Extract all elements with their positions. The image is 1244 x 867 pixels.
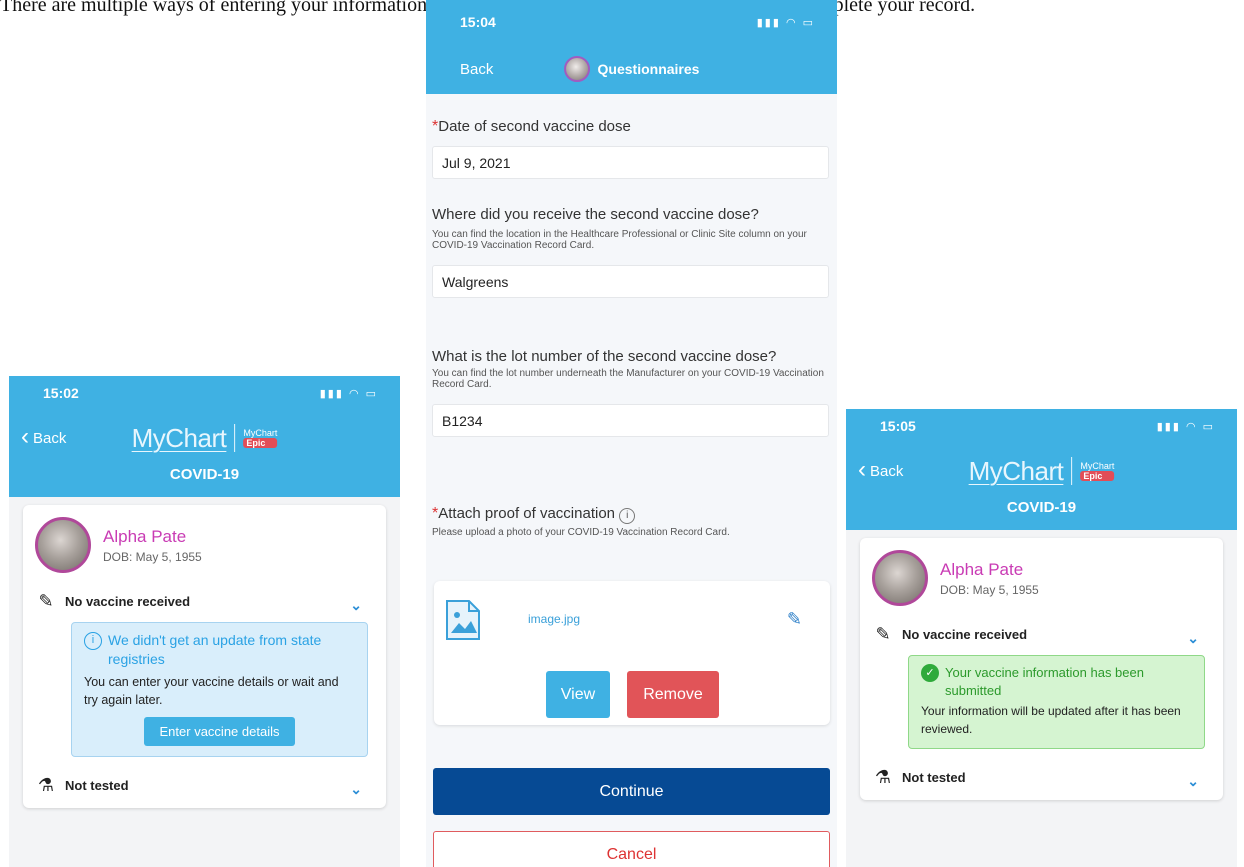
avatar xyxy=(563,56,590,82)
remove-button[interactable]: Remove xyxy=(627,671,719,718)
phone-screen-covid-status: 15:02 ▮▮▮ ◠ ▭ ‹ Back MyChart MyChart Epic… xyxy=(9,376,400,867)
phone-screen-submitted: 15:05 ▮▮▮ ◠ ▭ ‹ Back MyChart MyChart Epic… xyxy=(846,409,1237,867)
back-button[interactable]: Back xyxy=(460,61,493,78)
lot-number-field[interactable]: B1234 xyxy=(432,404,829,437)
registry-info-box: i We didn't get an update from state reg… xyxy=(71,622,368,757)
brand-divider xyxy=(234,424,236,452)
status-time: 15:04 xyxy=(460,14,496,30)
chevron-down-icon[interactable]: ⌄ xyxy=(350,597,362,614)
chevron-left-icon: ‹ xyxy=(858,456,866,483)
back-button[interactable]: ‹ Back xyxy=(21,423,67,450)
second-dose-location-field[interactable]: Walgreens xyxy=(432,265,829,298)
info-title: We didn't get an update from state regis… xyxy=(108,632,322,667)
back-label: Back xyxy=(870,462,904,480)
status-bar: 15:02 ▮▮▮ ◠ ▭ xyxy=(9,376,400,410)
epic-logo-text: Epic xyxy=(243,438,278,448)
check-circle-icon: ✓ xyxy=(921,664,939,682)
question-label: Where did you receive the second vaccine… xyxy=(432,206,759,223)
edit-pencil-icon[interactable]: ✎ xyxy=(787,609,802,630)
mychart-logo: MyChart MyChart Epic xyxy=(132,423,278,454)
view-button[interactable]: View xyxy=(546,671,610,718)
signal-wifi-battery-icon: ▮▮▮ ◠ ▭ xyxy=(1156,420,1215,433)
signal-wifi-battery-icon: ▮▮▮ ◠ ▭ xyxy=(319,387,378,400)
chevron-down-icon[interactable]: ⌄ xyxy=(350,781,362,798)
image-file-icon xyxy=(446,600,480,640)
brand-name: MyChart xyxy=(968,455,1064,486)
syringe-icon: ✎ xyxy=(38,591,54,611)
app-header: 15:02 ▮▮▮ ◠ ▭ ‹ Back MyChart MyChart Epic… xyxy=(9,376,400,497)
page-title: COVID-19 xyxy=(169,466,240,483)
app-header: 15:04 ▮▮▮ ◠ ▭ Back Questionnaires xyxy=(426,0,837,94)
patient-name: Alpha Pate xyxy=(103,526,187,546)
question-label: What is the lot number of the second vac… xyxy=(432,348,777,365)
status-bar: 15:05 ▮▮▮ ◠ ▭ xyxy=(846,409,1237,443)
brand-divider xyxy=(1071,457,1073,485)
status-bar: 15:04 ▮▮▮ ◠ ▭ xyxy=(426,0,837,44)
question-help: You can find the lot number underneath t… xyxy=(432,368,824,390)
chevron-down-icon[interactable]: ⌄ xyxy=(1187,773,1199,790)
vaccine-status-row[interactable]: ✎ No vaccine received ⌄ xyxy=(872,620,1211,649)
covid-status-card: Alpha Pate DOB: May 5, 1955 ✎ No vaccine… xyxy=(860,538,1223,800)
test-status-label: Not tested xyxy=(65,778,129,793)
patient-dob: DOB: May 5, 1955 xyxy=(103,549,202,564)
continue-button[interactable]: Continue xyxy=(433,768,830,815)
question-second-dose-location: Where did you receive the second vaccine… xyxy=(432,206,832,298)
phone-screen-questionnaire: 15:04 ▮▮▮ ◠ ▭ Back Questionnaires *Date … xyxy=(426,0,837,867)
question-label: Date of second vaccine dose xyxy=(438,118,631,135)
back-button[interactable]: ‹ Back xyxy=(858,456,904,483)
patient-header: Alpha Pate DOB: May 5, 1955 xyxy=(872,550,1211,606)
attachment-card: image.jpg ✎ View Remove xyxy=(434,581,830,725)
signal-wifi-battery-icon: ▮▮▮ ◠ ▭ xyxy=(756,16,815,29)
back-label: Back xyxy=(460,60,494,78)
brand-badge-top: MyChart xyxy=(243,428,278,438)
question-attach-proof: *Attach proof of vaccination i Please up… xyxy=(432,505,832,538)
flask-icon: ⚗ xyxy=(37,775,55,795)
patient-dob: DOB: May 5, 1955 xyxy=(940,582,1039,597)
question-help: You can find the location in the Healthc… xyxy=(432,229,807,251)
success-title: Your vaccine information has been submit… xyxy=(945,665,1144,698)
vaccine-status-row[interactable]: ✎ No vaccine received ⌄ xyxy=(35,587,374,616)
epic-badge: MyChart Epic xyxy=(1080,461,1115,481)
brand-name: MyChart xyxy=(131,422,227,453)
epic-badge: MyChart Epic xyxy=(243,428,278,448)
covid-status-card: Alpha Pate DOB: May 5, 1955 ✎ No vaccine… xyxy=(23,505,386,808)
patient-name: Alpha Pate xyxy=(940,559,1024,579)
page-title: Questionnaires xyxy=(597,61,700,77)
brand-badge-top: MyChart xyxy=(1080,461,1115,471)
page-title: COVID-19 xyxy=(1006,499,1077,516)
second-dose-date-field[interactable]: Jul 9, 2021 xyxy=(432,146,829,179)
avatar xyxy=(872,550,928,606)
test-status-row[interactable]: ⚗ Not tested ⌄ xyxy=(35,771,374,800)
epic-logo-text: Epic xyxy=(1080,471,1115,481)
info-icon[interactable]: i xyxy=(619,508,636,524)
info-icon: i xyxy=(84,632,102,650)
vaccine-status-label: No vaccine received xyxy=(902,627,1028,642)
questionnaires-header: Questionnaires xyxy=(563,56,700,82)
syringe-icon: ✎ xyxy=(875,624,891,644)
submission-success-box: ✓ Your vaccine information has been subm… xyxy=(908,655,1205,749)
cancel-button[interactable]: Cancel xyxy=(433,831,830,867)
mychart-logo: MyChart MyChart Epic xyxy=(969,456,1115,487)
question-label: Attach proof of vaccination xyxy=(438,505,616,522)
question-help: Please upload a photo of your COVID-19 V… xyxy=(432,527,730,538)
attachment-filename[interactable]: image.jpg xyxy=(528,612,580,626)
app-header: 15:05 ▮▮▮ ◠ ▭ ‹ Back MyChart MyChart Epic… xyxy=(846,409,1237,530)
info-body: You can enter your vaccine details or wa… xyxy=(84,675,339,707)
back-label: Back xyxy=(33,429,67,447)
avatar xyxy=(35,517,91,573)
success-body: Your information will be updated after i… xyxy=(921,704,1181,736)
test-status-label: Not tested xyxy=(902,770,966,785)
status-time: 15:05 xyxy=(880,418,916,434)
chevron-down-icon[interactable]: ⌄ xyxy=(1187,630,1199,647)
status-time: 15:02 xyxy=(43,385,79,401)
enter-vaccine-details-button[interactable]: Enter vaccine details xyxy=(143,717,296,746)
question-second-dose-date: *Date of second vaccine dose Jul 9, 2021 xyxy=(432,118,829,179)
question-lot-number: What is the lot number of the second vac… xyxy=(432,348,832,437)
chevron-left-icon: ‹ xyxy=(21,423,29,450)
flask-icon: ⚗ xyxy=(874,767,892,787)
test-status-row[interactable]: ⚗ Not tested ⌄ xyxy=(872,763,1211,792)
patient-header: Alpha Pate DOB: May 5, 1955 xyxy=(35,517,374,573)
vaccine-status-label: No vaccine received xyxy=(65,594,191,609)
